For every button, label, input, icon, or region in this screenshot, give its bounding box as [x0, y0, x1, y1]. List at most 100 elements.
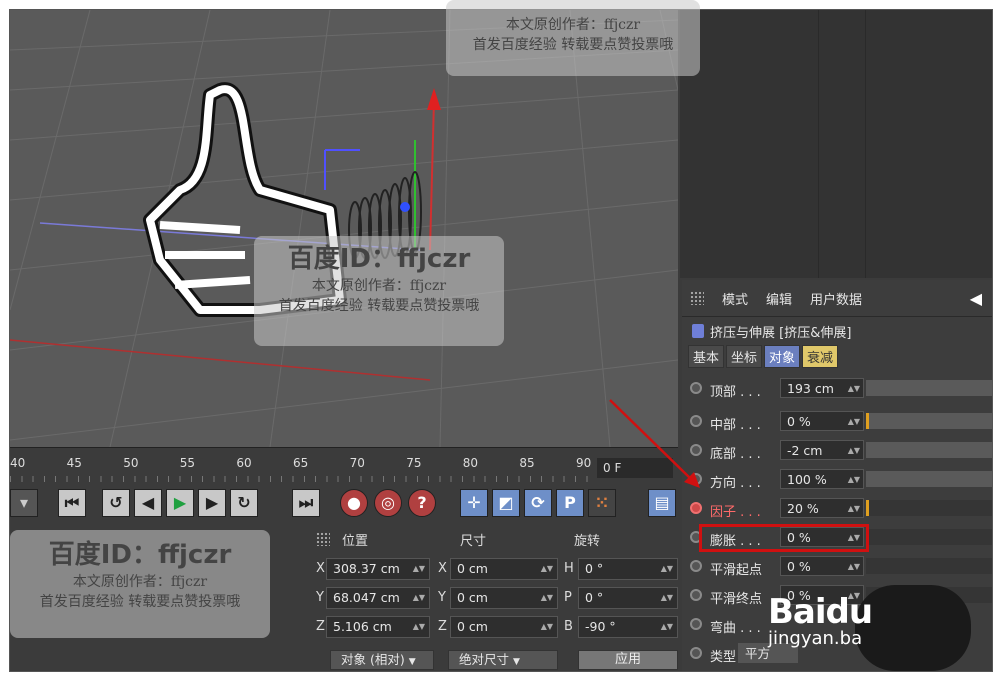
go-start-button[interactable]: ⏮ — [58, 489, 86, 517]
prev-key-button[interactable]: ↺ — [102, 489, 130, 517]
auto-key-button[interactable]: ◎ — [374, 489, 402, 517]
scale-tool-icon[interactable]: ◩ — [492, 489, 520, 517]
watermark-id-mid: 百度ID：ffjczr — [287, 244, 471, 274]
animate-radio[interactable] — [690, 647, 702, 659]
apply-button[interactable]: 应用 — [578, 650, 678, 670]
axis-label: Y — [316, 590, 324, 605]
rotation-field-value: 0 ° — [585, 590, 604, 605]
timeline-tick: 80 — [462, 456, 479, 470]
param-field[interactable]: -2 cm ▲▼ — [780, 440, 864, 460]
tab-basic[interactable]: 基本 — [688, 344, 725, 368]
spinner-icon[interactable]: ▲▼ — [661, 617, 673, 637]
param-slider[interactable] — [866, 413, 992, 429]
animate-radio[interactable] — [690, 560, 702, 572]
tab-object[interactable]: 对象 — [764, 344, 801, 368]
size-mode-label: 绝对尺寸 — [459, 652, 510, 667]
grip-icon[interactable] — [690, 291, 704, 305]
prev-frame-button[interactable]: ◀ — [134, 489, 162, 517]
param-row: 顶部 . . . 193 cm ▲▼ — [682, 376, 992, 405]
next-frame-button[interactable]: ▶ — [198, 489, 226, 517]
spinner-icon[interactable]: ▲▼ — [848, 441, 860, 461]
spinner-icon[interactable]: ▲▼ — [848, 499, 860, 519]
spinner-icon[interactable]: ▲▼ — [541, 559, 553, 579]
menu-userdata[interactable]: 用户数据 — [810, 289, 862, 308]
frame-spinner[interactable]: ▾ — [10, 489, 38, 517]
move-tool-icon[interactable]: ✛ — [460, 489, 488, 517]
rotation-field[interactable]: 0 ° ▲▼ — [578, 558, 678, 580]
watermark-mid: 百度ID：ffjczr 本文原创作者：ffjczr 首发百度经验 转载要点赞投票… — [254, 238, 504, 315]
timeline-ruler[interactable] — [10, 476, 590, 482]
position-field[interactable]: 308.37 cm ▲▼ — [326, 558, 430, 580]
coord-mode-dropdown[interactable]: 对象 (相对) ▼ — [330, 650, 434, 670]
param-field[interactable]: 100 % ▲▼ — [780, 469, 864, 489]
position-field-value: 5.106 cm — [333, 619, 392, 634]
param-field[interactable]: 0 % ▲▼ — [780, 411, 864, 431]
keyframe-help-button[interactable]: ? — [408, 489, 436, 517]
param-field[interactable]: 193 cm ▲▼ — [780, 378, 864, 398]
param-slider[interactable] — [866, 380, 992, 396]
menu-mode[interactable]: 模式 — [722, 289, 748, 308]
param-value: 0 % — [787, 559, 811, 574]
size-field[interactable]: 0 cm ▲▼ — [450, 587, 558, 609]
spinner-icon[interactable]: ▲▼ — [413, 588, 425, 608]
spinner-icon[interactable]: ▲▼ — [661, 588, 673, 608]
record-button[interactable]: ● — [340, 489, 368, 517]
watermark-slogan-mid: 首发百度经验 转载要点赞投票哦 — [278, 298, 480, 314]
spinner-icon[interactable]: ▲▼ — [848, 379, 860, 399]
spinner-icon[interactable]: ▲▼ — [413, 617, 425, 637]
grip-icon[interactable] — [316, 532, 330, 546]
animate-radio[interactable] — [690, 502, 702, 514]
spinner-icon[interactable]: ▲▼ — [848, 412, 860, 432]
back-arrow-icon[interactable]: ◀ — [970, 289, 982, 308]
transport-bar: ▾ ⏮ ↺ ◀ ▶ ▶ ↻ ⏭ ● ◎ ? ✛ ◩ ⟳ P ⁙ ▤ — [10, 484, 678, 524]
size-header: 尺寸 — [460, 534, 487, 549]
watermark-author-bottom: 本文原创作者：ffjczr — [72, 574, 208, 590]
rotation-field[interactable]: -90 ° ▲▼ — [578, 616, 678, 638]
rotate-tool-icon[interactable]: ⟳ — [524, 489, 552, 517]
spinner-icon[interactable]: ▲▼ — [848, 470, 860, 490]
animate-radio[interactable] — [690, 589, 702, 601]
size-field-value: 0 cm — [457, 590, 488, 605]
spinner-icon[interactable]: ▲▼ — [661, 559, 673, 579]
rotation-field[interactable]: 0 ° ▲▼ — [578, 587, 678, 609]
param-tool-icon[interactable]: P — [556, 489, 584, 517]
param-field[interactable]: 0 % ▲▼ — [780, 556, 864, 576]
timeline-tick: 70 — [349, 456, 365, 470]
tab-falloff[interactable]: 衰减 — [802, 344, 839, 368]
size-field[interactable]: 0 cm ▲▼ — [450, 558, 558, 580]
timeline-tick: 45 — [66, 456, 82, 470]
param-value: 0 % — [787, 414, 811, 429]
size-mode-dropdown[interactable]: 绝对尺寸 ▼ — [448, 650, 558, 670]
position-field[interactable]: 5.106 cm ▲▼ — [326, 616, 430, 638]
animate-radio[interactable] — [690, 618, 702, 630]
highlight-box — [699, 524, 869, 552]
size-field[interactable]: 0 cm ▲▼ — [450, 616, 558, 638]
menu-edit[interactable]: 编辑 — [766, 289, 792, 308]
param-field[interactable]: 20 % ▲▼ — [780, 498, 864, 518]
param-label: 因子 . . . — [710, 505, 761, 520]
redaction-blob — [855, 585, 971, 671]
axis-label: H — [564, 561, 574, 576]
timeline[interactable]: 40 45 50 55 60 65 70 75 80 85 90 0 F — [10, 447, 678, 484]
param-slider[interactable] — [866, 471, 992, 487]
position-field[interactable]: 68.047 cm ▲▼ — [326, 587, 430, 609]
spinner-icon[interactable]: ▲▼ — [413, 559, 425, 579]
param-label: 方向 . . . — [710, 476, 761, 491]
squash-stretch-icon — [692, 324, 704, 338]
spinner-icon[interactable]: ▲▼ — [541, 617, 553, 637]
object-manager[interactable] — [680, 10, 992, 278]
watermark-slogan-top: 首发百度经验 转载要点赞投票哦 — [472, 37, 674, 53]
go-end-button[interactable]: ⏭ — [292, 489, 320, 517]
param-slider[interactable] — [866, 558, 992, 574]
param-value: 193 cm — [787, 381, 834, 396]
spinner-icon[interactable]: ▲▼ — [541, 588, 553, 608]
play-button[interactable]: ▶ — [166, 489, 194, 517]
next-key-button[interactable]: ↻ — [230, 489, 258, 517]
axis-label: X — [438, 561, 447, 576]
tab-coord[interactable]: 坐标 — [726, 344, 763, 368]
param-slider[interactable] — [866, 529, 992, 545]
spinner-icon[interactable]: ▲▼ — [848, 557, 860, 577]
param-slider[interactable] — [866, 442, 992, 458]
param-row: 中部 . . . 0 % ▲▼ — [682, 409, 992, 438]
param-slider[interactable] — [866, 500, 992, 516]
